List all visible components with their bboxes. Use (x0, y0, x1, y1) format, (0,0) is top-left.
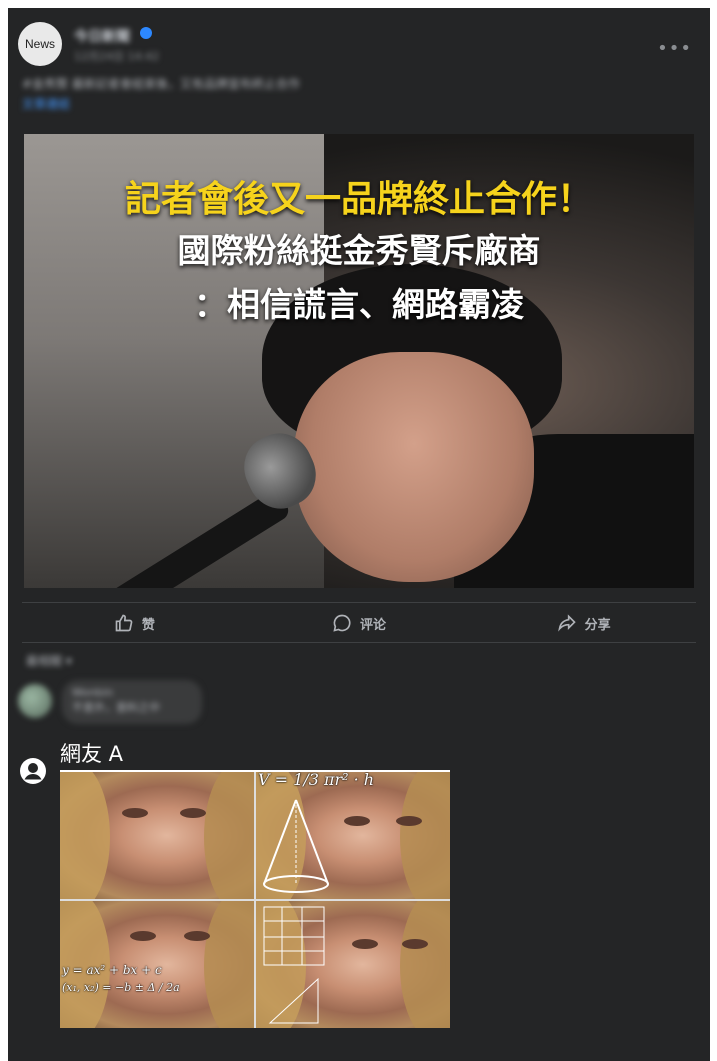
caption-link[interactable]: 文章連結 (22, 97, 70, 111)
post-timestamp[interactable]: 12月24日 14:42 (74, 48, 159, 64)
confused-math-meme-image[interactable]: V = 1/3 πr² · h y = ax² + bx + c (x₁, x₂… (60, 770, 450, 1028)
netizen-reply: 網友 A V = 1/3 πr² · h y = ax² + bx + c (x… (18, 736, 708, 1061)
commenter-avatar[interactable] (18, 684, 52, 718)
share-arrow-icon (557, 614, 576, 632)
meme-formula-top: V = 1/3 πr² · h (258, 772, 375, 789)
comment-sort-dropdown[interactable]: 最相關 ▾ (26, 652, 72, 669)
user-avatar-icon (20, 758, 46, 784)
cone-diagram-icon (263, 799, 329, 893)
comment-item: Wonbin 不意外，意料之中 (18, 680, 698, 736)
share-button[interactable]: 分享 (471, 605, 696, 641)
headline-line-1: 記者會後又一品牌終止合作！ (124, 179, 593, 220)
verified-badge-icon (140, 27, 152, 39)
post-card: News 今日新聞 12月24日 14:42 ••• #金秀賢 最新記者會結束後… (8, 8, 710, 1061)
caption-text: #金秀賢 最新記者會結束後，又有品牌宣布終止合作 (22, 77, 300, 91)
netizen-name: 網友 A (60, 742, 124, 766)
meme-formula-bottom-1: y = ax² + bx + c (62, 963, 162, 977)
meme-panel-3: y = ax² + bx + c (x₁, x₂) = −b ± Δ / 2a (60, 901, 254, 1028)
meme-panel-2: V = 1/3 πr² · h (256, 772, 450, 899)
meme-formula-bottom-2: (x₁, x₂) = −b ± Δ / 2a (62, 981, 180, 994)
trig-table-icon (263, 906, 325, 1024)
meme-panel-4 (256, 901, 450, 1028)
post-header: News 今日新聞 12月24日 14:42 ••• (18, 20, 698, 76)
page-name[interactable]: 今日新聞 (74, 26, 130, 46)
page-avatar[interactable]: News (18, 22, 62, 66)
headline-line-2: 國際粉絲挺金秀賢斥廠商 (177, 231, 541, 270)
post-caption: #金秀賢 最新記者會結束後，又有品牌宣布終止合作 文章連結 (22, 74, 682, 114)
post-actions-bar: 赞 评论 分享 (22, 605, 696, 641)
comment-label: 评论 (360, 617, 387, 633)
commenter-name[interactable]: Wonbin (72, 686, 192, 699)
like-label: 赞 (141, 617, 155, 633)
comment-button[interactable]: 评论 (247, 605, 472, 641)
comment-sort-label: 最相關 (26, 654, 63, 668)
divider-top (22, 602, 696, 603)
comment-bubble-icon (333, 614, 351, 632)
more-options-icon[interactable]: ••• (657, 38, 692, 59)
post-image[interactable]: 記者會後又一品牌終止合作！ 國際粉絲挺金秀賢斥廠商 ：相信謊言、網路霸凌 (24, 134, 694, 588)
share-label: 分享 (584, 617, 611, 633)
divider-bottom (22, 642, 696, 643)
comment-text: 不意外，意料之中 (72, 701, 160, 714)
thumbs-up-icon (115, 614, 133, 632)
image-headline: 記者會後又一品牌終止合作！ 國際粉絲挺金秀賢斥廠商 ：相信謊言、網路霸凌 (24, 176, 694, 332)
comment-bubble: Wonbin 不意外，意料之中 (62, 680, 202, 724)
headline-line-3: ：相信謊言、網路霸凌 (194, 285, 524, 324)
person-face (294, 352, 534, 582)
like-button[interactable]: 赞 (22, 605, 247, 641)
meme-panel-1 (60, 772, 254, 899)
